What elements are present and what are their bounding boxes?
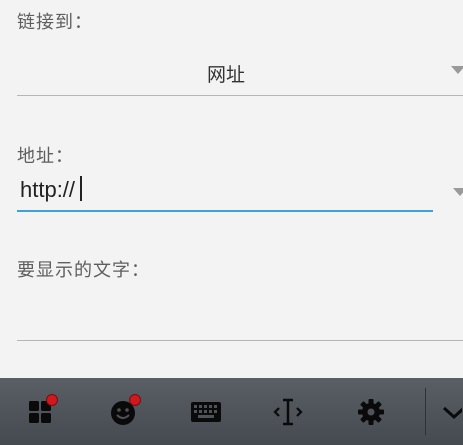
- address-history-arrow-icon[interactable]: [453, 188, 463, 196]
- toolbar-divider: [425, 388, 426, 435]
- chevron-down-icon: [442, 406, 462, 420]
- cursor-control-button[interactable]: [268, 392, 308, 432]
- text-caret: [80, 176, 82, 201]
- insert-link-dialog: 链接到： 网址 地址： 要显示的文字：: [0, 0, 463, 378]
- collapse-keyboard-button[interactable]: [440, 392, 463, 432]
- link-to-label: 链接到：: [17, 12, 93, 33]
- settings-button[interactable]: [351, 392, 391, 432]
- keyboard-button[interactable]: [186, 392, 226, 432]
- keyboard-icon: [191, 402, 221, 422]
- keyboard-toolbar: [0, 378, 463, 445]
- address-label: 地址：: [17, 146, 74, 167]
- display-text-label: 要显示的文字：: [17, 260, 150, 281]
- link-type-dropdown[interactable]: 网址: [17, 52, 463, 96]
- notification-badge: [46, 394, 58, 406]
- gear-icon: [358, 399, 384, 425]
- dropdown-arrow-icon: [451, 66, 463, 74]
- apps-button[interactable]: [21, 392, 61, 432]
- link-type-value: 网址: [206, 64, 245, 86]
- display-text-input[interactable]: [17, 290, 463, 341]
- emoji-button[interactable]: [104, 392, 144, 432]
- text-cursor-icon: [273, 398, 303, 426]
- notification-badge: [129, 394, 141, 406]
